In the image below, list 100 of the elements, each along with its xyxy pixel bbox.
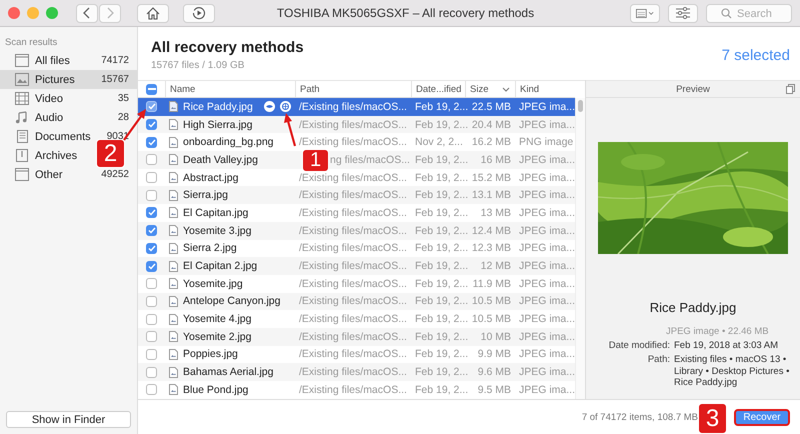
image-file-icon [169,119,178,130]
file-row[interactable]: Yosemite 2.jpg /Existing files/macOS... Feb 19, 2... 10 MB JPEG ima... [138,328,575,346]
file-row[interactable]: Blue Pond.jpg /Existing files/macOS... Feb 19, 2... 9.5 MB JPEG ima... [138,381,575,399]
home-button[interactable] [137,4,169,22]
row-checkbox[interactable] [146,384,157,396]
date-modified: Feb 19, 2... [414,100,465,115]
show-in-finder-button[interactable]: Show in Finder [6,411,131,428]
sidebar-label[interactable]: Audio [35,112,64,124]
file-row[interactable]: Bahamas Aerial.jpg /Existing files/macOS... Feb 19, 2... 9.6 MB JPEG ima... [138,363,575,381]
column-header[interactable]: Date...ified [411,81,465,97]
date-modified: Feb 19, 2... [414,382,465,398]
detail-label: Date modified: [608,340,670,352]
checkmark-icon [148,121,156,128]
column-header[interactable]: Size [465,81,515,97]
copy-icon[interactable] [786,84,795,94]
file-row[interactable]: Rice Paddy.jpg /Existing files/macOS... Feb 19, 2... 22.5 MB JPEG ima... [138,98,575,116]
view-options-button[interactable] [630,4,660,22]
file-kind: JPEG ima... [518,365,575,380]
close-button[interactable] [8,7,20,19]
file-kind: JPEG ima... [518,206,575,221]
image-file-icon [169,242,178,254]
globe-icon[interactable] [280,101,291,112]
file-row[interactable]: Antelope Canyon.jpg /Existing files/macOS... Feb 19, 2... 10.5 MB JPEG ima... [138,292,575,310]
file-row[interactable]: Sierra.jpg /Existing files/macOS... Feb 19, 2... 13.1 MB JPEG ima... [138,186,575,204]
checkmark-icon [148,244,156,252]
image-file-icon [169,314,178,325]
image-file-icon [169,260,178,272]
detail-label: Path: [646,354,670,368]
row-checkbox[interactable] [146,348,157,360]
file-name: Yosemite 2.jpg [183,330,252,343]
file-row[interactable]: onboarding_bg.png /Existing files/macOS... Nov 2, 2... 16.2 MB PNG image [138,133,575,152]
search-field[interactable]: Search [706,4,792,23]
file-name: Bahamas Aerial.jpg [183,366,274,378]
file-name: El Capitan 2.jpg [183,260,258,272]
eye-icon[interactable] [264,101,275,112]
row-checkbox[interactable] [146,136,157,148]
file-row[interactable]: El Capitan.jpg /Existing files/macOS... Feb 19, 2... 13 MB JPEG ima... [138,204,575,222]
file-name: Antelope Canyon.jpg [183,295,282,308]
row-checkbox[interactable] [146,207,157,218]
detail-value: Feb 19, 2018 at 3:03 AM [674,340,780,352]
file-kind: JPEG ima... [518,152,575,168]
sidebar-label[interactable]: Other [35,168,63,180]
item-count: 74172 [101,55,129,66]
row-checkbox[interactable] [146,119,157,130]
row-checkbox[interactable] [146,366,157,378]
column-header[interactable]: Path [295,81,411,97]
image-file-icon [169,366,178,378]
file-row[interactable]: El Capitan 2.jpg /Existing files/macOS... Feb 19, 2... 12 MB JPEG ima... [138,257,575,275]
file-row[interactable]: High Sierra.jpg /Existing files/macOS... Feb 19, 2... 20.4 MB JPEG ima... [138,116,575,134]
row-checkbox[interactable] [146,314,157,325]
file-path: /Existing files/macOS... [299,172,407,184]
row-checkbox[interactable] [146,225,157,236]
file-kind: JPEG ima... [518,276,575,292]
file-row[interactable]: Yosemite 4.jpg /Existing files/macOS... Feb 19, 2... 10.5 MB JPEG ima... [138,310,575,328]
image-file-icon [169,278,178,290]
page-title: All recovery methods [151,39,304,56]
status-text: 7 of 74172 items, 108.7 MB [582,412,698,422]
sidebar-label[interactable]: All files [35,54,70,66]
date-modified: Feb 19, 2... [414,365,465,380]
window-icon [15,168,29,181]
sidebar-heading: Scan results [4,36,58,50]
sidebar-label[interactable]: Documents [35,130,91,142]
file-name: El Capitan.jpg [183,206,250,219]
scrollbar-thumb[interactable] [578,100,583,112]
column-header[interactable]: Name [165,81,295,97]
file-size: 16.2 MB [470,135,512,150]
row-checkbox[interactable] [146,154,157,166]
file-name: Death Valley.jpg [183,154,259,166]
sidebar-label[interactable]: Archives [35,150,78,162]
row-checkbox[interactable] [146,260,157,272]
restore-button[interactable] [183,4,215,22]
file-path: /Existing files/macOS... [299,206,407,219]
preview-kind-size: JPEG image • 22.46 MB [666,326,769,337]
file-row[interactable]: Yosemite 3.jpg /Existing files/macOS... Feb 19, 2... 12.4 MB JPEG ima... [138,222,575,240]
file-path: /Existing files/macOS... [299,100,407,113]
image-file-icon [169,296,178,307]
row-checkbox[interactable] [146,331,157,342]
back-button[interactable] [76,4,98,22]
file-row[interactable]: Sierra 2.jpg /Existing files/macOS... Feb 19, 2... 12.3 MB JPEG ima... [138,240,575,258]
arrow [284,113,296,146]
filter-button[interactable] [668,4,698,22]
zoom-button[interactable] [46,7,58,19]
row-checkbox[interactable] [146,278,157,290]
row-checkbox[interactable] [146,190,157,201]
date-modified: Feb 19, 2... [414,188,465,204]
sidebar-item[interactable]: Pictures 15767 [0,70,137,89]
file-row[interactable]: Yosemite.jpg /Existing files/macOS... Feb 19, 2... 11.9 MB JPEG ima... [138,274,575,293]
row-checkbox[interactable] [146,172,157,184]
image-file-icon [169,384,178,396]
sidebar-label[interactable]: Video [35,92,63,104]
file-row[interactable]: Poppies.jpg /Existing files/macOS... Feb 19, 2... 9.9 MB JPEG ima... [138,346,575,364]
row-checkbox[interactable] [146,242,157,254]
file-path: /Existing files/macOS... [299,330,407,343]
file-path: /Existing files/macOS... [299,118,407,131]
select-all-checkbox[interactable] [146,84,157,94]
row-checkbox[interactable] [146,296,157,307]
file-name: Blue Pond.jpg [183,384,250,396]
column-header[interactable]: Kind [515,81,575,97]
row-checkbox[interactable] [146,101,157,112]
item-count: 49252 [101,169,129,180]
